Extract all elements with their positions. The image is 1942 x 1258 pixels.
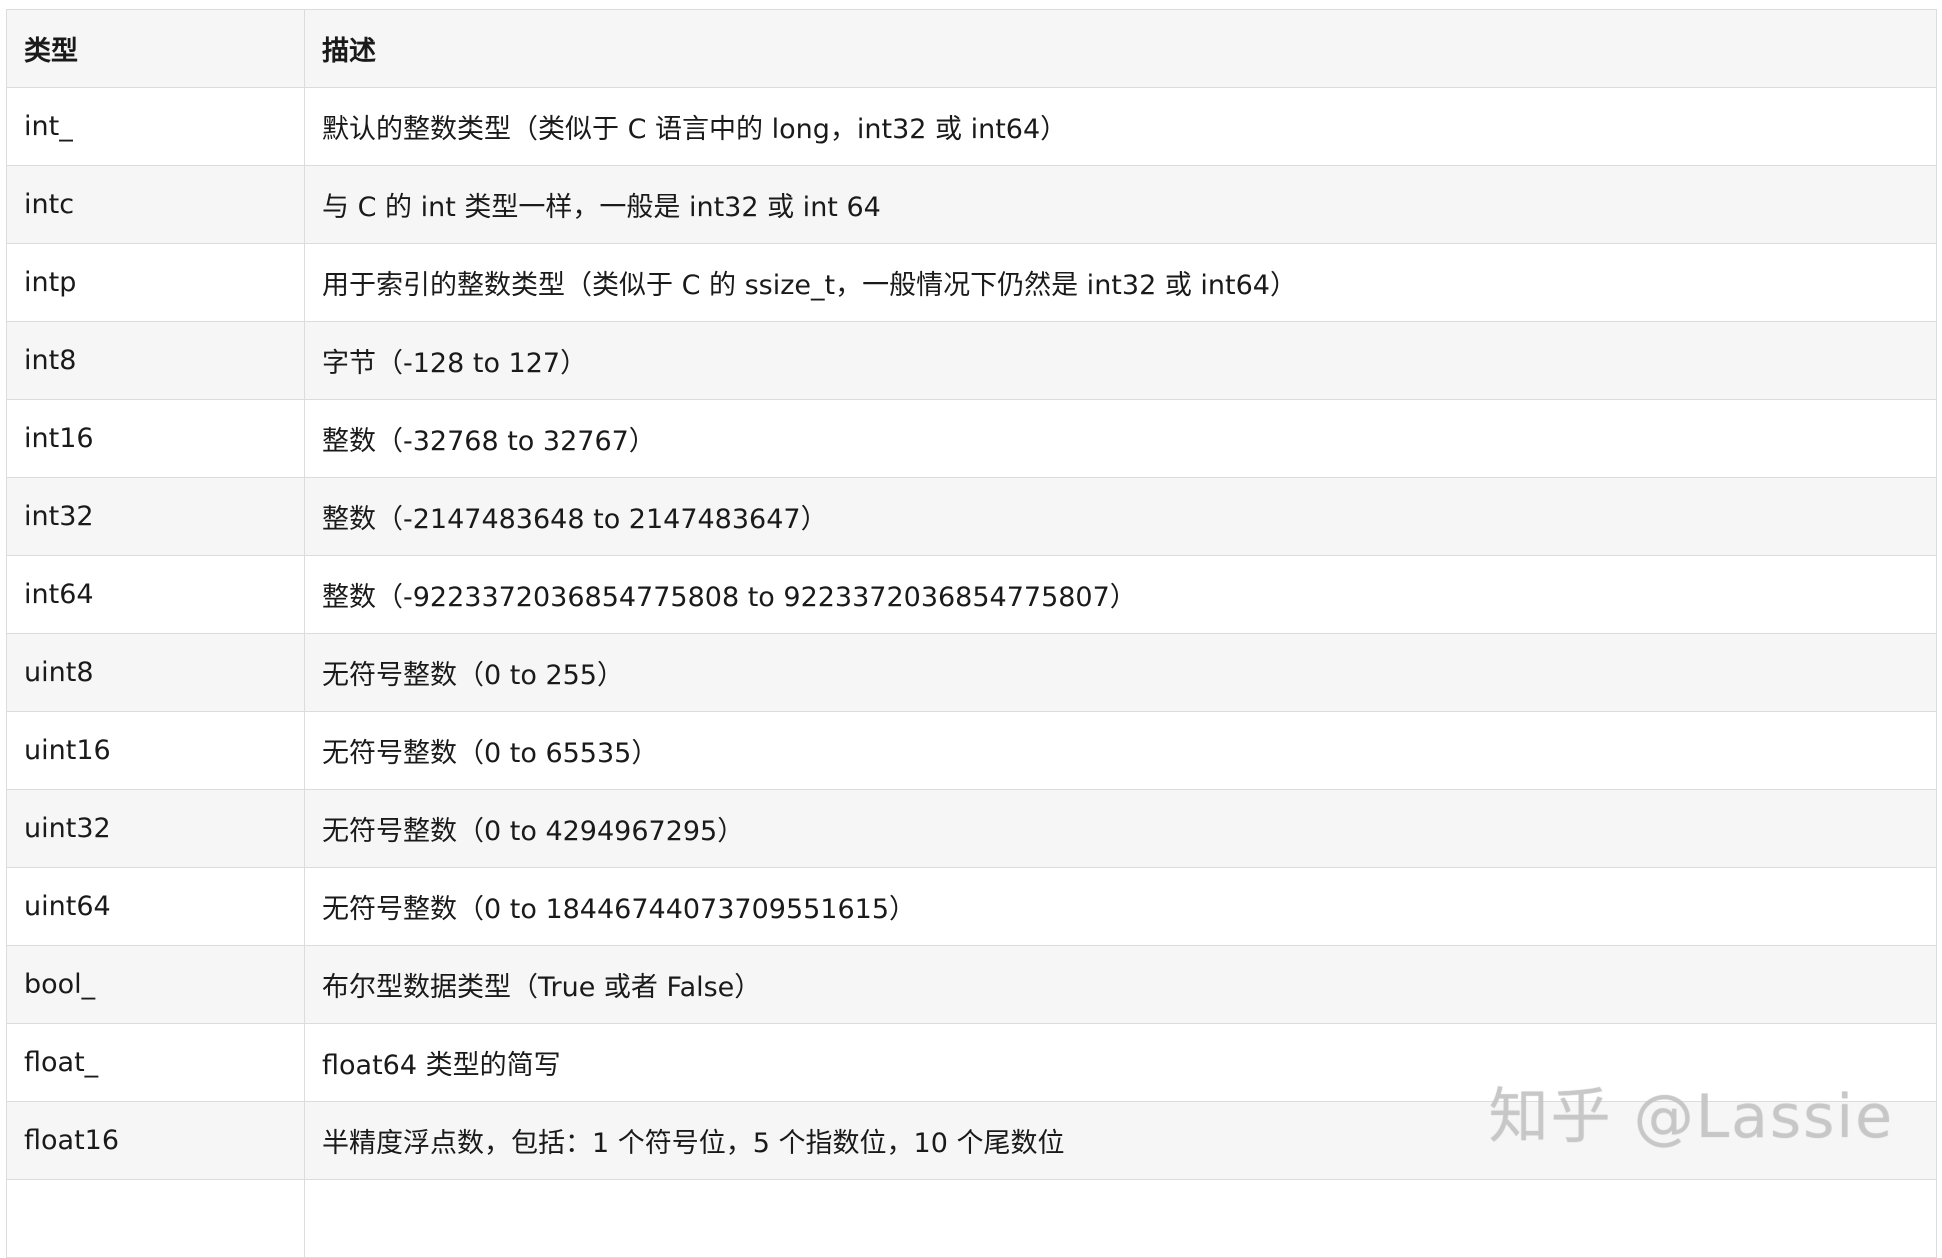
table-row: int16 整数（-32768 to 32767） — [6, 399, 1937, 478]
type-cell: float_ — [6, 1023, 305, 1102]
type-cell: uint16 — [6, 711, 305, 790]
type-cell: uint32 — [6, 789, 305, 868]
type-cell: uint8 — [6, 633, 305, 712]
table-row: uint32 无符号整数（0 to 4294967295） — [6, 789, 1937, 868]
description-cell: 字节（-128 to 127） — [304, 321, 1937, 400]
header-description: 描述 — [304, 9, 1937, 88]
type-cell: uint64 — [6, 867, 305, 946]
type-cell: float16 — [6, 1101, 305, 1180]
type-cell: int16 — [6, 399, 305, 478]
table-row: int64 整数（-9223372036854775808 to 9223372… — [6, 555, 1937, 634]
description-cell: 整数（-9223372036854775808 to 9223372036854… — [304, 555, 1937, 634]
description-cell: 整数（-32768 to 32767） — [304, 399, 1937, 478]
description-cell: 无符号整数（0 to 65535） — [304, 711, 1937, 790]
type-cell: intp — [6, 243, 305, 322]
description-cell: 无符号整数（0 to 255） — [304, 633, 1937, 712]
table-row: int32 整数（-2147483648 to 2147483647） — [6, 477, 1937, 556]
description-cell: 与 C 的 int 类型一样，一般是 int32 或 int 64 — [304, 165, 1937, 244]
table-row: uint8 无符号整数（0 to 255） — [6, 633, 1937, 712]
table-row: bool_ 布尔型数据类型（True 或者 False） — [6, 945, 1937, 1024]
description-cell: 整数（-2147483648 to 2147483647） — [304, 477, 1937, 556]
table-row: uint16 无符号整数（0 to 65535） — [6, 711, 1937, 790]
description-cell — [304, 1179, 1937, 1258]
type-cell — [6, 1179, 305, 1258]
description-cell: 无符号整数（0 to 18446744073709551615） — [304, 867, 1937, 946]
description-cell: 用于索引的整数类型（类似于 C 的 ssize_t，一般情况下仍然是 int32… — [304, 243, 1937, 322]
zhihu-watermark: 知乎 @Lassie — [1488, 1082, 1894, 1152]
type-cell: int64 — [6, 555, 305, 634]
description-cell: 默认的整数类型（类似于 C 语言中的 long，int32 或 int64） — [304, 87, 1937, 166]
table-row: int_ 默认的整数类型（类似于 C 语言中的 long，int32 或 int… — [6, 87, 1937, 166]
description-cell: 无符号整数（0 to 4294967295） — [304, 789, 1937, 868]
type-cell: int8 — [6, 321, 305, 400]
type-cell: int32 — [6, 477, 305, 556]
table-row: intc 与 C 的 int 类型一样，一般是 int32 或 int 64 — [6, 165, 1937, 244]
type-cell: int_ — [6, 87, 305, 166]
table-row: int8 字节（-128 to 127） — [6, 321, 1937, 400]
type-cell: bool_ — [6, 945, 305, 1024]
table-row: uint64 无符号整数（0 to 18446744073709551615） — [6, 867, 1937, 946]
table-row — [6, 1179, 1937, 1258]
table-header-row: 类型 描述 — [6, 9, 1937, 88]
table-row: intp 用于索引的整数类型（类似于 C 的 ssize_t，一般情况下仍然是 … — [6, 243, 1937, 322]
description-cell: 布尔型数据类型（True 或者 False） — [304, 945, 1937, 1024]
header-type: 类型 — [6, 9, 305, 88]
type-cell: intc — [6, 165, 305, 244]
